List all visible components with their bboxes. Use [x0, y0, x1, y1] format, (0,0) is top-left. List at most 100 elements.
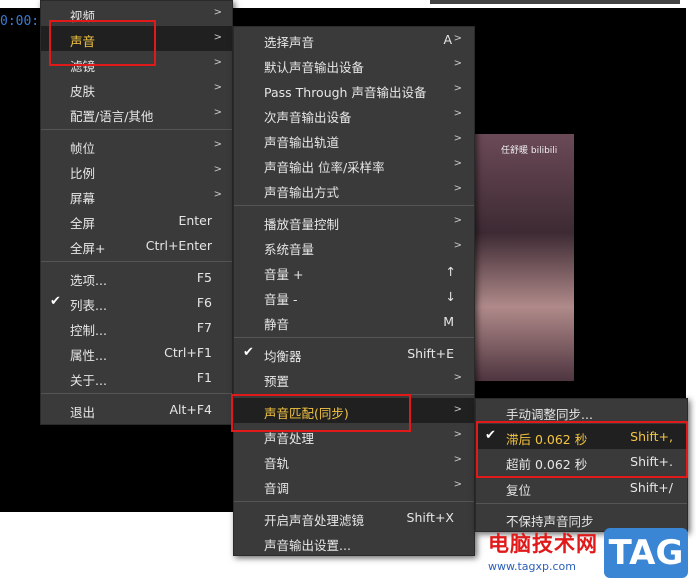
menu-item-properties[interactable]: 属性... Ctrl+F1 — [41, 340, 232, 365]
menu-item-shortcut: Enter — [178, 213, 212, 228]
menu-item-video[interactable]: 视频 > — [41, 1, 232, 26]
sound-item-processing[interactable]: 声音处理 > — [234, 423, 474, 448]
menu-item-shortcut: F6 — [196, 295, 212, 310]
menu-separator — [234, 394, 474, 395]
submenu-arrow-icon: > — [213, 32, 222, 43]
menu-item-label: 声音输出设置... — [264, 538, 351, 553]
menu-item-label: 控制... — [70, 323, 107, 338]
menu-item-label: 全屏+ — [70, 241, 106, 256]
sound-item-output-settings[interactable]: 声音输出设置... — [234, 530, 474, 555]
menu-item-shortcut: Shift+E — [407, 346, 454, 361]
menu-item-label: 帧位 — [70, 141, 96, 156]
sync-item-reset[interactable]: 复位 Shift+/ — [476, 475, 687, 500]
menu-item-exit[interactable]: 退出 Alt+F4 — [41, 397, 232, 422]
main-context-menu: 视频 > 声音 > 滤镜 > 皮肤 > 配置/语言/其他 > 帧位 > 比例 >… — [40, 0, 233, 425]
menu-item-label: 音调 — [264, 481, 290, 496]
menu-separator — [41, 393, 232, 394]
menu-item-label: 配置/语言/其他 — [70, 109, 154, 124]
menu-item-label: 皮肤 — [70, 84, 96, 99]
submenu-arrow-icon: > — [453, 183, 462, 194]
menu-separator — [476, 503, 687, 504]
menu-item-label: 手动调整同步... — [506, 407, 593, 422]
menu-item-label: 关于... — [70, 373, 107, 388]
menu-item-screen[interactable]: 屏幕 > — [41, 183, 232, 208]
submenu-arrow-icon: > — [453, 479, 462, 490]
background-thumbnail-strip — [430, 0, 680, 4]
menu-item-label: 默认声音输出设备 — [264, 60, 365, 75]
sound-item-audio-track[interactable]: 音轨 > — [234, 448, 474, 473]
menu-item-label: 均衡器 — [264, 349, 302, 364]
menu-item-shortcut: F5 — [196, 270, 212, 285]
menu-item-fullscreen[interactable]: 全屏 Enter — [41, 208, 232, 233]
menu-item-shortcut: Shift+, — [630, 429, 673, 444]
menu-item-label: 声音输出 位率/采样率 — [264, 160, 385, 175]
menu-item-label: 声音匹配(同步) — [264, 406, 349, 421]
menu-item-label: 声音输出方式 — [264, 185, 340, 200]
watermark-url: www.tagxp.com — [488, 560, 576, 573]
sound-item-volume-control[interactable]: 播放音量控制 > — [234, 209, 474, 234]
submenu-arrow-icon: > — [213, 107, 222, 118]
sound-item-volume-down[interactable]: 音量 - ↓ — [234, 284, 474, 309]
menu-separator — [41, 261, 232, 262]
menu-item-label: 次声音输出设备 — [264, 110, 352, 125]
sync-item-delay[interactable]: ✔ 滞后 0.062 秒 Shift+, — [476, 424, 687, 449]
menu-item-label: 复位 — [506, 483, 532, 498]
menu-item-config[interactable]: 配置/语言/其他 > — [41, 101, 232, 126]
sound-item-output-mode[interactable]: 声音输出方式 > — [234, 177, 474, 202]
menu-item-label: 屏幕 — [70, 191, 96, 206]
sound-item-system-volume[interactable]: 系统音量 > — [234, 234, 474, 259]
menu-item-skin[interactable]: 皮肤 > — [41, 76, 232, 101]
sound-item-audio-sync[interactable]: 声音匹配(同步) > — [234, 398, 474, 423]
sound-item-equalizer[interactable]: ✔ 均衡器 Shift+E — [234, 341, 474, 366]
sound-item-default-output[interactable]: 默认声音输出设备 > — [234, 52, 474, 77]
sound-item-pitch[interactable]: 音调 > — [234, 473, 474, 498]
sound-item-preset[interactable]: 预置 > — [234, 366, 474, 391]
menu-item-shortcut: Shift+X — [406, 510, 454, 525]
sync-item-manual-adjust[interactable]: 手动调整同步... — [476, 399, 687, 424]
menu-item-sound[interactable]: 声音 > — [41, 26, 232, 51]
sound-item-bitrate[interactable]: 声音输出 位率/采样率 > — [234, 152, 474, 177]
submenu-arrow-icon: > — [453, 404, 462, 415]
menu-item-shortcut: A — [443, 32, 452, 47]
sound-item-secondary-output[interactable]: 次声音输出设备 > — [234, 102, 474, 127]
menu-item-label: 全屏 — [70, 216, 96, 231]
menu-item-shortcut: M — [443, 314, 454, 329]
sound-item-volume-up[interactable]: 音量 + ↑ — [234, 259, 474, 284]
sound-item-select-audio[interactable]: 选择声音 A > — [234, 27, 474, 52]
menu-separator — [234, 337, 474, 338]
submenu-arrow-icon: > — [453, 33, 462, 44]
sound-item-output-track[interactable]: 声音输出轨道 > — [234, 127, 474, 152]
menu-item-filter[interactable]: 滤镜 > — [41, 51, 232, 76]
up-arrow-icon: ↑ — [445, 264, 456, 279]
menu-separator — [41, 129, 232, 130]
submenu-arrow-icon: > — [213, 139, 222, 150]
submenu-arrow-icon: > — [453, 133, 462, 144]
menu-item-label: 超前 0.062 秒 — [506, 457, 588, 472]
menu-separator — [234, 205, 474, 206]
menu-separator — [234, 501, 474, 502]
submenu-arrow-icon: > — [213, 57, 222, 68]
menu-item-shortcut: Alt+F4 — [169, 402, 212, 417]
menu-item-about[interactable]: 关于... F1 — [41, 365, 232, 390]
menu-item-label: 播放音量控制 — [264, 217, 340, 232]
sync-item-advance[interactable]: 超前 0.062 秒 Shift+. — [476, 449, 687, 474]
menu-item-options[interactable]: 选项... F5 — [41, 265, 232, 290]
sound-item-mute[interactable]: 静音 M — [234, 309, 474, 334]
menu-item-ratio[interactable]: 比例 > — [41, 158, 232, 183]
submenu-arrow-icon: > — [213, 7, 222, 18]
menu-item-frame[interactable]: 帧位 > — [41, 133, 232, 158]
sound-item-pass-through[interactable]: Pass Through 声音输出设备 > — [234, 77, 474, 102]
menu-item-label: Pass Through 声音输出设备 — [264, 85, 427, 100]
menu-item-label: 开启声音处理滤镜 — [264, 513, 365, 528]
sound-item-enable-filter[interactable]: 开启声音处理滤镜 Shift+X — [234, 505, 474, 530]
checkmark-icon: ✔ — [243, 345, 254, 360]
menu-item-label: 退出 — [70, 405, 96, 420]
submenu-arrow-icon: > — [453, 454, 462, 465]
menu-item-fullscreen-plus[interactable]: 全屏+ Ctrl+Enter — [41, 233, 232, 258]
submenu-arrow-icon: > — [453, 215, 462, 226]
menu-item-label: 声音 — [70, 34, 96, 49]
menu-item-label: 声音处理 — [264, 431, 315, 446]
menu-item-label: 音量 + — [264, 267, 304, 282]
menu-item-playlist[interactable]: ✔ 列表... F6 — [41, 290, 232, 315]
menu-item-control[interactable]: 控制... F7 — [41, 315, 232, 340]
